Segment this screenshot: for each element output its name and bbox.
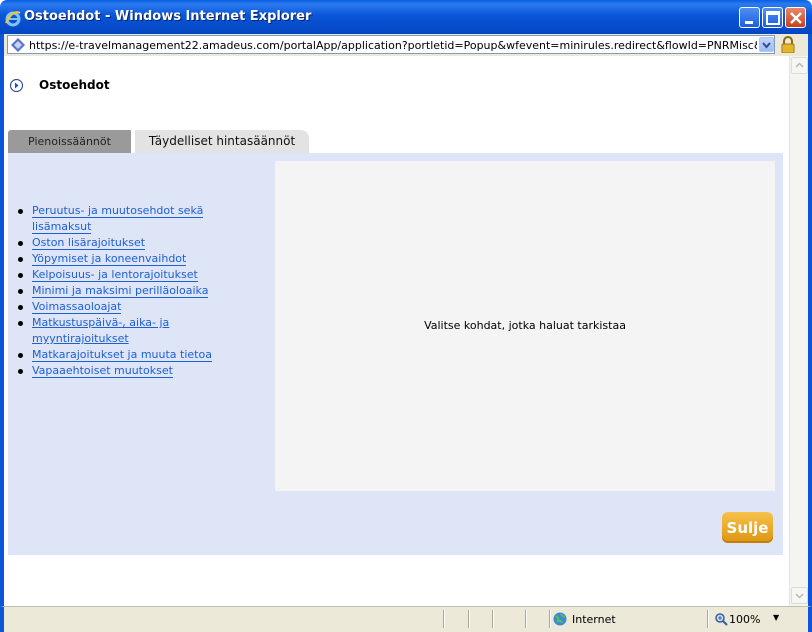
tab-pienoissaannot[interactable]: Pienoissäännöt [8,130,131,153]
dropdown-icon [762,42,771,49]
bullet-icon [18,289,23,294]
scroll-down-button[interactable] [791,587,808,604]
bullet-icon [18,241,23,246]
zoom-level[interactable]: 100% [729,613,760,626]
window-titlebar[interactable]: Ostoehdot - Windows Internet Explorer [0,0,812,34]
rule-link-stay[interactable]: Minimi ja maksimi perilläoloaika [32,284,209,298]
rules-list: Peruutus- ja muutosehdot sekä lisämaksut… [16,203,266,379]
scroll-up-button[interactable] [791,57,808,74]
bullet-icon [18,321,23,326]
minimize-icon [745,21,753,24]
status-separator [468,610,470,628]
chevron-down-icon [795,593,804,599]
rule-link-cancellation[interactable]: Peruutus- ja muutosehdot sekä lisämaksut [32,204,204,234]
list-item: Kelpoisuus- ja lentorajoitukset [16,267,266,283]
page-title: Ostoehdot [39,78,110,92]
rule-link-purchase[interactable]: Oston lisärajoitukset [32,236,146,250]
status-separator [707,610,709,628]
page-viewport: Ostoehdot Pienoissäännöt Täydelliset hin… [0,56,789,606]
ie-logo-icon [5,11,21,27]
bullet-icon [18,273,23,278]
list-item: Yöpymiset ja koneenvaihdot [16,251,266,267]
address-dropdown-button[interactable] [759,37,774,52]
rule-link-voluntary-changes[interactable]: Vapaaehtoiset muutokset [32,364,173,378]
rule-detail-box: Valitse kohdat, jotka haluat tarkistaa [275,161,775,491]
tab-taydelliset-hintasaannot[interactable]: Täydelliset hintasäännöt [135,130,309,153]
bullet-icon [18,209,23,214]
rule-link-travel-dates[interactable]: Matkustuspäivä-, aika- ja myyntirajoituk… [32,316,169,345]
rules-panel: Peruutus- ja muutosehdot sekä lisämaksut… [8,153,783,555]
status-bar: Internet 100% ▼ [0,606,812,632]
rule-link-trip-restrictions[interactable]: Matkarajoitukset ja muuta tietoa [32,348,212,362]
close-window-button[interactable] [785,7,806,28]
arrow-right-circle-icon [10,79,23,92]
close-icon [790,12,802,24]
zoom-icon[interactable] [714,612,728,626]
address-field[interactable]: https://e-travelmanagement22.amadeus.com… [7,35,775,54]
bullet-icon [18,257,23,262]
status-separator [492,610,494,628]
vertical-scrollbar[interactable] [789,56,808,606]
bullet-icon [18,305,23,310]
rule-link-eligibility[interactable]: Kelpoisuus- ja lentorajoitukset [32,268,198,282]
minimize-button[interactable] [739,7,760,28]
lock-icon[interactable] [780,36,796,53]
close-button[interactable]: Sulje [722,512,773,543]
zoom-dropdown-icon[interactable]: ▼ [773,613,779,622]
list-item: Minimi ja maksimi perilläoloaika [16,283,266,299]
list-item: Matkarajoitukset ja muuta tietoa [16,347,266,363]
bullet-icon [18,369,23,374]
list-item: Peruutus- ja muutosehdot sekä lisämaksut [16,203,266,235]
maximize-button[interactable] [762,7,783,28]
window-frame-right [808,34,812,632]
list-item: Oston lisärajoitukset [16,235,266,251]
page-icon [11,38,25,52]
status-separator [525,610,527,628]
address-bar: https://e-travelmanagement22.amadeus.com… [0,34,812,56]
globe-icon [553,612,567,626]
status-separator [443,610,445,628]
rule-link-validity[interactable]: Voimassaoloajat [32,300,122,314]
chevron-up-icon [795,62,804,68]
rule-link-stopovers[interactable]: Yöpymiset ja koneenvaihdot [32,252,187,266]
address-url[interactable]: https://e-travelmanagement22.amadeus.com… [29,39,757,52]
detail-message: Valitse kohdat, jotka haluat tarkistaa [424,319,626,332]
list-item: Vapaaehtoiset muutokset [16,363,266,379]
list-item: Voimassaoloajat [16,299,266,315]
bullet-icon [18,353,23,358]
security-zone[interactable]: Internet [572,613,616,626]
status-separator [549,610,551,628]
list-item: Matkustuspäivä-, aika- ja myyntirajoituk… [16,315,266,347]
window-title: Ostoehdot - Windows Internet Explorer [24,9,312,24]
maximize-icon [766,11,780,25]
